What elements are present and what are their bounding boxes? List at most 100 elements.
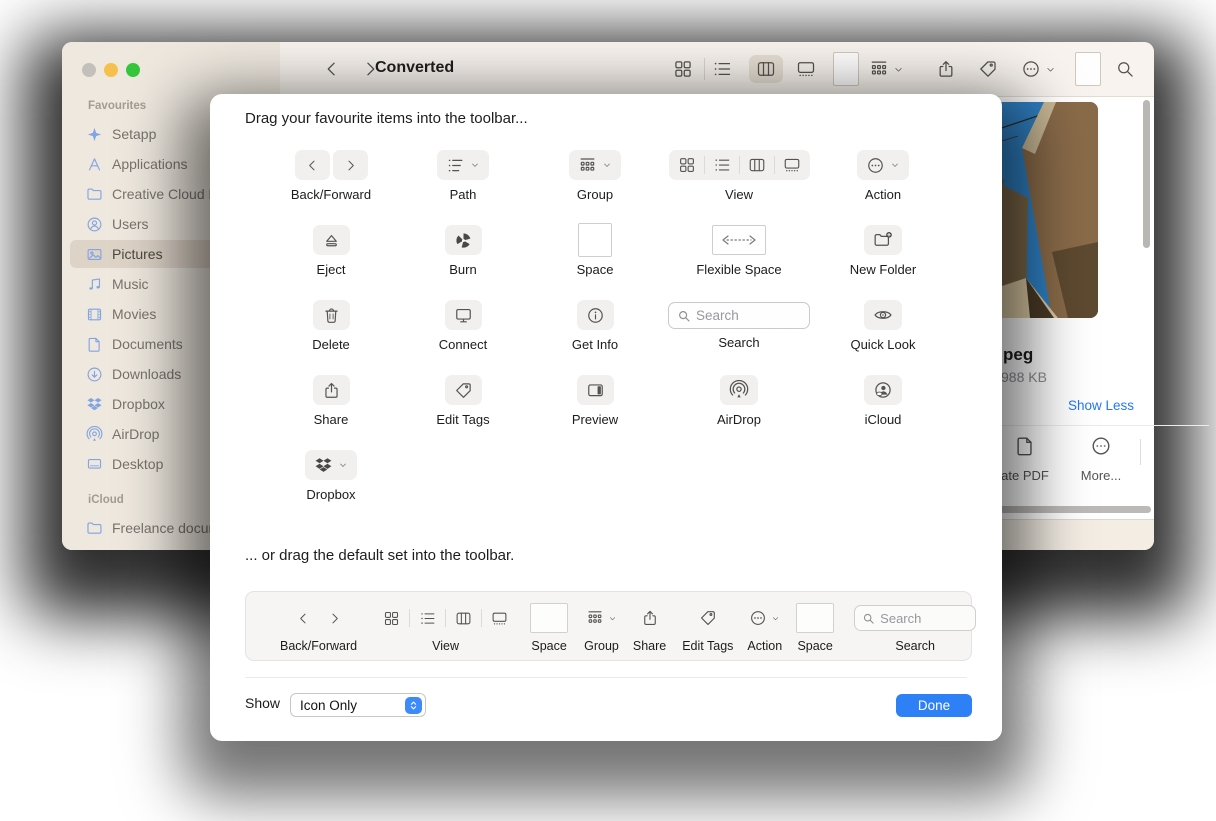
back-button[interactable]: [322, 59, 342, 79]
gallery-view-button[interactable]: [796, 59, 816, 79]
documents-icon: [86, 336, 103, 353]
sidebar-item-label: Movies: [112, 306, 156, 322]
list-view-button[interactable]: [712, 59, 732, 79]
forward-button[interactable]: [333, 150, 368, 180]
movies-icon: [86, 306, 103, 323]
sidebar-item-label: Dropbox: [112, 396, 165, 412]
column-view-button[interactable]: [756, 59, 776, 79]
sidebar-section-favourites: Favourites: [88, 100, 146, 112]
tag-icon: [699, 609, 717, 627]
palette-item-dropbox[interactable]: Dropbox: [251, 450, 411, 502]
palette-item-search[interactable]: Search Search: [659, 302, 819, 350]
icon-view-icon[interactable]: [678, 156, 696, 174]
search-icon: [862, 612, 875, 625]
icon-view-icon: [383, 610, 400, 627]
select-stepper-icon: [405, 697, 422, 714]
default-toolbar-set[interactable]: Back/Forward View Space Group Share: [245, 591, 972, 661]
palette-item-quick-look[interactable]: Quick Look: [803, 300, 963, 352]
preview-panel-icon: [586, 381, 605, 400]
applications-icon: [86, 156, 103, 173]
back-icon: [296, 611, 311, 626]
gallery-view-icon[interactable]: [783, 156, 801, 174]
folder-icon: [86, 520, 103, 537]
show-less-link[interactable]: Show Less: [1068, 398, 1134, 413]
search-field[interactable]: Search: [668, 302, 810, 329]
sidebar-item-label: Pictures: [112, 246, 163, 262]
palette-item-action[interactable]: Action: [803, 150, 963, 202]
minimize-window-button[interactable]: [104, 63, 118, 77]
chevron-down-icon: [893, 64, 904, 75]
desktop-icon: [86, 456, 103, 473]
users-icon: [86, 216, 103, 233]
actions-divider: [1140, 439, 1141, 465]
group-icon: [578, 156, 597, 175]
group-button[interactable]: [869, 59, 889, 79]
default-item-action[interactable]: Action: [747, 602, 782, 653]
palette-item-space[interactable]: Space: [515, 223, 675, 277]
setapp-icon: [86, 126, 103, 143]
palette-item-preview[interactable]: Preview: [515, 375, 675, 427]
sidebar-item-label: Creative Cloud Fi: [112, 186, 220, 202]
palette-item-view[interactable]: View: [659, 150, 819, 202]
default-item-view[interactable]: View: [383, 602, 508, 653]
path-icon: [446, 156, 465, 175]
palette-item-icloud[interactable]: iCloud: [803, 375, 963, 427]
default-item-back-forward[interactable]: Back/Forward: [280, 602, 357, 653]
burn-icon: [454, 231, 473, 250]
default-item-share[interactable]: Share: [633, 602, 666, 653]
space-placeholder: [530, 603, 568, 633]
customize-toolbar-sheet: Drag your favourite items into the toolb…: [210, 94, 1002, 741]
chevron-down-icon: [608, 614, 617, 623]
icon-view-button[interactable]: [673, 59, 693, 79]
toolbar-space-placeholder[interactable]: [1075, 52, 1101, 86]
palette-item-get-info[interactable]: Get Info: [515, 300, 675, 352]
palette-item-group[interactable]: Group: [515, 150, 675, 202]
search-icon[interactable]: [1115, 59, 1135, 79]
palette-item-flexible-space[interactable]: Flexible Space: [659, 225, 819, 277]
default-item-search[interactable]: Search Search: [854, 602, 976, 653]
default-item-space-2[interactable]: Space: [796, 602, 834, 653]
action-button[interactable]: [1021, 59, 1041, 79]
chevron-down-icon: [1045, 64, 1056, 75]
sidebar-item-label: Downloads: [112, 366, 181, 382]
trash-icon: [322, 306, 341, 325]
vertical-scrollbar[interactable]: [1143, 100, 1150, 248]
window-title: Converted: [375, 59, 454, 77]
action-icon: [749, 609, 767, 627]
palette-item-airdrop[interactable]: AirDrop: [659, 375, 819, 427]
chevron-down-icon: [890, 160, 900, 170]
chevron-down-icon: [602, 160, 612, 170]
eject-icon: [322, 231, 341, 250]
show-mode-select[interactable]: Icon Only: [290, 693, 426, 717]
downloads-icon: [86, 366, 103, 383]
share-icon: [322, 381, 341, 400]
default-item-space[interactable]: Space: [530, 602, 568, 653]
close-window-button[interactable]: [82, 63, 96, 77]
sidebar-section-icloud: iCloud: [88, 494, 124, 506]
horizontal-scrollbar[interactable]: [998, 506, 1151, 513]
done-button[interactable]: Done: [896, 694, 972, 717]
back-button[interactable]: [295, 150, 330, 180]
sidebar-item-label: Music: [112, 276, 149, 292]
more-actions-button[interactable]: More...: [1066, 435, 1136, 483]
list-view-icon[interactable]: [713, 156, 731, 174]
default-item-edit-tags[interactable]: Edit Tags: [682, 602, 733, 653]
icloud-icon: [873, 380, 893, 400]
sidebar-item-label: Documents: [112, 336, 183, 352]
share-icon: [641, 609, 659, 627]
sidebar-item-label: Desktop: [112, 456, 163, 472]
palette-item-new-folder[interactable]: New Folder: [803, 225, 963, 277]
gallery-view-icon: [491, 610, 508, 627]
column-view-icon[interactable]: [748, 156, 766, 174]
share-button[interactable]: [936, 59, 956, 79]
tag-icon: [454, 381, 473, 400]
ellipsis-circle-icon: [1090, 435, 1112, 457]
search-icon: [677, 309, 691, 323]
sidebar-item-label: AirDrop: [112, 426, 159, 442]
tags-button[interactable]: [978, 59, 998, 79]
default-item-group[interactable]: Group: [584, 602, 619, 653]
toolbar-divider: [704, 58, 705, 80]
eye-icon: [873, 305, 893, 325]
toolbar-space-placeholder[interactable]: [833, 52, 859, 86]
zoom-window-button[interactable]: [126, 63, 140, 77]
